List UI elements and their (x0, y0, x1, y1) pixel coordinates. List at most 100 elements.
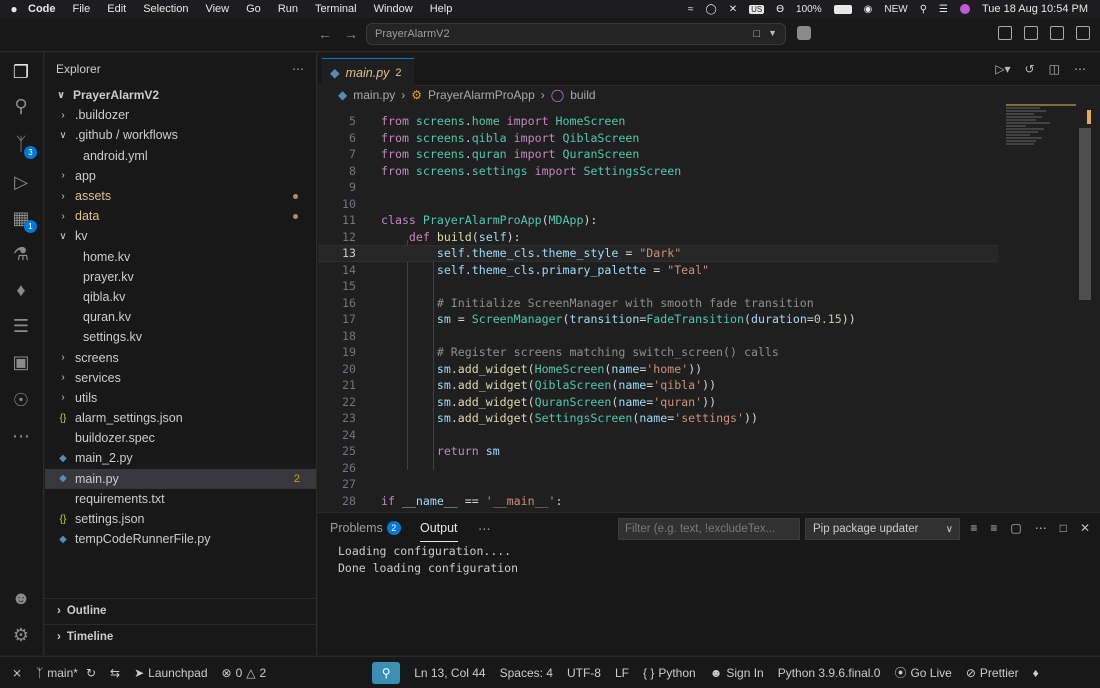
minimap[interactable] (1006, 104, 1078, 164)
menu-terminal[interactable]: Terminal (315, 3, 357, 15)
mic-off-icon[interactable]: ✕ (729, 4, 737, 15)
tab-problems[interactable]: Problems 2 (330, 521, 401, 535)
code-line[interactable]: 5 from screens.home import HomeScreen (318, 113, 998, 130)
git-graph-icon[interactable]: ☉ (8, 387, 34, 413)
code-line[interactable]: 14 self.theme_cls.primary_palette = "Tea… (318, 262, 998, 279)
tree-item[interactable]: › screens (45, 347, 316, 367)
tree-item[interactable]: › utils (45, 388, 316, 408)
python-interpreter[interactable]: Python 3.9.6.final.0 (778, 666, 881, 680)
tree-item[interactable]: › assets (45, 186, 316, 206)
git-compare-icon[interactable]: ⇆ (110, 666, 120, 680)
tree-item[interactable]: › data (45, 206, 316, 226)
tree-item[interactable]: settings.kv (45, 327, 316, 347)
code-line[interactable]: 6 from screens.qibla import QiblaScreen (318, 130, 998, 147)
code-line[interactable]: 24 (318, 427, 998, 444)
more-actions-icon[interactable]: ⋯ (1074, 62, 1086, 76)
testing-flask-icon[interactable]: ⚗ (8, 241, 34, 267)
code-line[interactable]: 23 sm.add_widget(SettingsScreen(name='se… (318, 410, 998, 427)
code-line[interactable]: 18 (318, 328, 998, 345)
split-editor-icon[interactable]: ◫ (1049, 62, 1060, 76)
spotlight-search-icon[interactable]: ⚲ (920, 4, 927, 15)
menu-edit[interactable]: Edit (107, 3, 126, 15)
code-line[interactable]: 28 if __name__ == '__main__': (318, 493, 998, 509)
control-center-icon[interactable]: ☰ (939, 4, 948, 15)
timeline-section[interactable]: › Timeline (45, 624, 317, 648)
lock-scroll-icon[interactable]: ▢ (1010, 521, 1021, 535)
editor-scrollbar[interactable] (1079, 128, 1091, 300)
accounts-icon[interactable]: ☻ (8, 585, 34, 611)
code-line[interactable]: 13 self.theme_cls.theme_style = "Dark" (318, 245, 998, 262)
code-line[interactable]: 22 sm.add_widget(QuranScreen(name='quran… (318, 394, 998, 411)
menu-file[interactable]: File (73, 3, 91, 15)
menu-selection[interactable]: Selection (143, 3, 188, 15)
extension-hexagon-icon[interactable] (797, 26, 811, 40)
launchpad-item[interactable]: ➤ Launchpad (134, 666, 207, 680)
code-line[interactable]: 27 (318, 476, 998, 493)
tree-item[interactable]: › app (45, 166, 316, 186)
tree-item[interactable]: ◆ main_2.py (45, 448, 316, 468)
tree-item[interactable]: {} settings.json (45, 509, 316, 529)
customize-layout-icon[interactable] (998, 26, 1012, 40)
menu-view[interactable]: View (205, 3, 229, 15)
remote-indicator-icon[interactable]: ⨯ (12, 666, 22, 680)
tree-item[interactable]: qibla.kv (45, 287, 316, 307)
tab-output[interactable]: Output (420, 521, 458, 542)
code-line[interactable]: 11 class PrayerAlarmProApp(MDApp): (318, 212, 998, 229)
code-line[interactable]: 15 (318, 278, 998, 295)
explorer-icon[interactable]: ❐ (8, 59, 34, 85)
code-line[interactable]: 7 from screens.quran import QuranScreen (318, 146, 998, 163)
toggle-secondary-sidebar-icon[interactable] (1076, 26, 1090, 40)
code-line[interactable]: 8 from screens.settings import SettingsSc… (318, 163, 998, 180)
menu-app-name[interactable]: Code (28, 3, 56, 15)
prettier-item[interactable]: ⊘ Prettier (966, 666, 1019, 680)
menu-go[interactable]: Go (246, 3, 261, 15)
tree-item[interactable]: quran.kv (45, 307, 316, 327)
code-line[interactable]: 21 sm.add_widget(QiblaScreen(name='qibla… (318, 377, 998, 394)
source-control-icon[interactable]: ᛉ3 (8, 131, 37, 159)
close-panel-icon[interactable]: ✕ (1080, 521, 1090, 535)
problems-indicator[interactable]: ⊗ 0 △ 2 (222, 666, 267, 680)
more-actions-icon[interactable]: ⋯ (1035, 521, 1047, 535)
tree-item[interactable]: ∨ .github / workflows (45, 125, 316, 145)
battery-percent[interactable]: 100% (796, 4, 822, 15)
menu-window[interactable]: Window (374, 3, 413, 15)
breadcrumb-class[interactable]: PrayerAlarmProApp (428, 88, 535, 102)
zoom-button[interactable]: ⚲ (372, 661, 401, 684)
chevron-down-icon[interactable]: ▼ (768, 28, 777, 40)
back-arrow-icon[interactable]: ← (318, 26, 332, 42)
code-line[interactable]: 16 # Initialize ScreenManager with smoot… (318, 295, 998, 312)
code-editor[interactable]: 5 from screens.home import HomeScreen 6 fro… (318, 104, 1100, 508)
toggle-panel-icon[interactable] (1050, 26, 1064, 40)
menu-run[interactable]: Run (278, 3, 298, 15)
more-views-icon[interactable]: ⋯ (8, 423, 34, 449)
tree-item[interactable]: home.kv (45, 247, 316, 267)
wifi-icon[interactable]: ◉ (864, 4, 873, 15)
apple-icon[interactable]: ● (0, 2, 28, 16)
tree-item[interactable]: prayer.kv (45, 267, 316, 287)
outline-section[interactable]: › Outline (45, 598, 317, 622)
language-mode[interactable]: { } Python (643, 666, 696, 680)
tree-root-folder[interactable]: ∨ PrayerAlarmV2 (45, 85, 316, 105)
menu-help[interactable]: Help (430, 3, 453, 15)
code-line[interactable]: 19 # Register screens matching switch_sc… (318, 344, 998, 361)
clock[interactable]: Tue 18 Aug 10:54 PM (982, 3, 1088, 15)
end-of-line[interactable]: LF (615, 666, 629, 680)
code-line[interactable]: 12 def build(self): (318, 229, 998, 246)
encoding[interactable]: UTF-8 (567, 666, 601, 680)
forward-arrow-icon[interactable]: → (344, 26, 358, 42)
tree-item[interactable]: ∨ kv (45, 226, 316, 246)
panel-more-icon[interactable]: ⋯ (478, 521, 491, 536)
vpn-icon[interactable]: ◯ (706, 4, 717, 15)
code-line[interactable]: 17 sm = ScreenManager(transition=FadeTra… (318, 311, 998, 328)
tree-item[interactable]: ◆ tempCodeRunnerFile.py (45, 529, 316, 549)
python-icon[interactable]: ♦ (8, 277, 34, 303)
status-new-label[interactable]: NEW (884, 4, 907, 15)
container-icon[interactable]: ▣ (8, 349, 34, 375)
run-debug-icon[interactable]: ▷ (8, 169, 34, 195)
layers-icon[interactable]: ☰ (8, 313, 34, 339)
more-actions-icon[interactable]: ⋯ (292, 62, 304, 76)
activity-monitor-icon[interactable]: ≈ (688, 4, 694, 15)
manage-gear-icon[interactable]: ⚙ (8, 622, 34, 648)
timeline-history-icon[interactable]: ↺ (1025, 62, 1035, 76)
filter-settings-icon[interactable]: ≡ (970, 521, 977, 535)
